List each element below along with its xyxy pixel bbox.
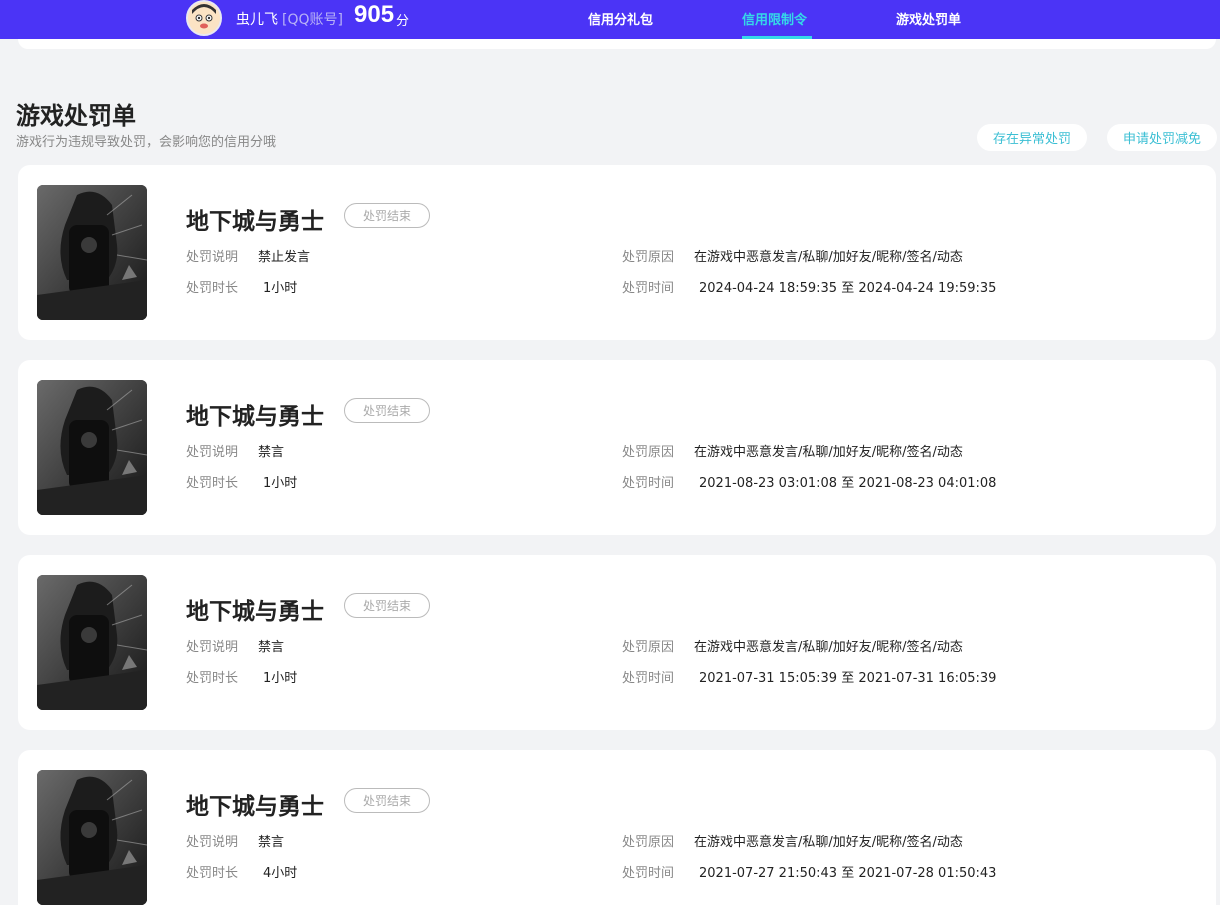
game-title: 地下城与勇士 bbox=[186, 794, 324, 820]
penalty-duration-label: 处罚时长 bbox=[186, 671, 239, 686]
tab-credit-restriction[interactable]: 信用限制令 bbox=[742, 9, 807, 28]
penalty-duration-label: 处罚时长 bbox=[186, 476, 239, 491]
penalty-start-time: 2021-07-27 21:50:43 bbox=[699, 866, 838, 881]
tab-game-penalty[interactable]: 游戏处罚单 bbox=[896, 9, 961, 28]
penalty-reason-value: 在游戏中恶意发言/私聊/加好友/昵称/签名/动态 bbox=[694, 835, 963, 850]
penalty-card: 地下城与勇士 处罚结束 处罚说明 禁止发言 处罚时长 1小时 处罚原因 在游戏中… bbox=[18, 165, 1216, 340]
penalty-start-time: 2024-04-24 18:59:35 bbox=[699, 281, 838, 296]
penalty-desc-label: 处罚说明 bbox=[186, 835, 239, 850]
penalty-time-separator: 至 bbox=[841, 281, 855, 296]
penalty-end-time: 2021-07-31 16:05:39 bbox=[858, 671, 997, 686]
penalty-duration-value: 1小时 bbox=[263, 476, 298, 491]
penalty-reason-label: 处罚原因 bbox=[622, 835, 675, 850]
top-bar: 虫儿飞 [QQ账号] 905 分 信用分礼包 信用限制令 游戏处罚单 bbox=[0, 0, 1220, 39]
credit-score: 905 bbox=[354, 1, 395, 28]
penalty-end-time: 2021-08-23 04:01:08 bbox=[858, 476, 997, 491]
account-type: [QQ账号] bbox=[282, 12, 343, 28]
penalty-reason-label: 处罚原因 bbox=[622, 445, 675, 460]
penalty-duration-value: 1小时 bbox=[263, 281, 298, 296]
penalty-reason-value: 在游戏中恶意发言/私聊/加好友/昵称/签名/动态 bbox=[694, 640, 963, 655]
penalty-card: 地下城与勇士 处罚结束 处罚说明 禁言 处罚时长 1小时 处罚原因 在游戏中恶意… bbox=[18, 360, 1216, 535]
section-subtitle: 游戏行为违规导致处罚，会影响您的信用分哦 bbox=[16, 135, 277, 150]
penalty-desc-label: 处罚说明 bbox=[186, 640, 239, 655]
penalty-start-time: 2021-07-31 15:05:39 bbox=[699, 671, 838, 686]
penalty-time-value: 2024-04-24 18:59:35 至 2024-04-24 19:59:3… bbox=[699, 277, 996, 296]
penalty-time-label: 处罚时间 bbox=[622, 671, 675, 686]
penalty-reason-value: 在游戏中恶意发言/私聊/加好友/昵称/签名/动态 bbox=[694, 250, 963, 265]
penalty-duration-label: 处罚时长 bbox=[186, 866, 239, 881]
user-avatar[interactable] bbox=[186, 0, 222, 36]
penalty-time-separator: 至 bbox=[841, 476, 855, 491]
penalty-card: 地下城与勇士 处罚结束 处罚说明 禁言 处罚时长 4小时 处罚原因 在游戏中恶意… bbox=[18, 750, 1216, 905]
tab-credit-gift[interactable]: 信用分礼包 bbox=[588, 9, 653, 28]
user-name: 虫儿飞 bbox=[236, 12, 278, 28]
penalty-duration-label: 处罚时长 bbox=[186, 281, 239, 296]
penalty-time-label: 处罚时间 bbox=[622, 281, 675, 296]
penalty-time-value: 2021-07-31 15:05:39 至 2021-07-31 16:05:3… bbox=[699, 667, 996, 686]
apply-penalty-reduction-button[interactable]: 申请处罚减免 bbox=[1107, 124, 1217, 151]
penalty-desc-label: 处罚说明 bbox=[186, 250, 239, 265]
game-cover-art-icon bbox=[37, 575, 147, 710]
avatar-face-icon bbox=[188, 2, 220, 34]
game-title: 地下城与勇士 bbox=[186, 599, 324, 625]
penalty-desc-value: 禁言 bbox=[258, 835, 285, 850]
game-cover-art-icon bbox=[37, 185, 147, 320]
penalty-card: 地下城与勇士 处罚结束 处罚说明 禁言 处罚时长 1小时 处罚原因 在游戏中恶意… bbox=[18, 555, 1216, 730]
penalty-reason-label: 处罚原因 bbox=[622, 250, 675, 265]
penalty-time-value: 2021-07-27 21:50:43 至 2021-07-28 01:50:4… bbox=[699, 862, 996, 881]
credit-score-unit: 分 bbox=[396, 14, 410, 29]
section-title: 游戏处罚单 bbox=[16, 102, 136, 130]
penalty-time-value: 2021-08-23 03:01:08 至 2021-08-23 04:01:0… bbox=[699, 472, 996, 491]
penalty-start-time: 2021-08-23 03:01:08 bbox=[699, 476, 838, 491]
previous-card bbox=[18, 39, 1216, 49]
penalty-duration-value: 4小时 bbox=[263, 866, 298, 881]
game-cover-image bbox=[37, 770, 147, 905]
status-badge: 处罚结束 bbox=[344, 593, 430, 618]
penalty-time-separator: 至 bbox=[841, 866, 855, 881]
status-badge: 处罚结束 bbox=[344, 203, 430, 228]
penalty-desc-value: 禁止发言 bbox=[258, 250, 311, 265]
report-abnormal-penalty-button[interactable]: 存在异常处罚 bbox=[977, 124, 1087, 151]
status-badge: 处罚结束 bbox=[344, 398, 430, 423]
penalty-desc-value: 禁言 bbox=[258, 445, 285, 460]
penalty-time-separator: 至 bbox=[841, 671, 855, 686]
game-cover-image bbox=[37, 380, 147, 515]
penalty-reason-value: 在游戏中恶意发言/私聊/加好友/昵称/签名/动态 bbox=[694, 445, 963, 460]
game-title: 地下城与勇士 bbox=[186, 209, 324, 235]
penalty-time-label: 处罚时间 bbox=[622, 866, 675, 881]
game-cover-art-icon bbox=[37, 770, 147, 905]
penalty-time-label: 处罚时间 bbox=[622, 476, 675, 491]
penalty-reason-label: 处罚原因 bbox=[622, 640, 675, 655]
game-title: 地下城与勇士 bbox=[186, 404, 324, 430]
penalty-end-time: 2021-07-28 01:50:43 bbox=[858, 866, 997, 881]
penalty-duration-value: 1小时 bbox=[263, 671, 298, 686]
penalty-desc-label: 处罚说明 bbox=[186, 445, 239, 460]
penalty-end-time: 2024-04-24 19:59:35 bbox=[858, 281, 997, 296]
game-cover-image bbox=[37, 575, 147, 710]
status-badge: 处罚结束 bbox=[344, 788, 430, 813]
game-cover-image bbox=[37, 185, 147, 320]
game-cover-art-icon bbox=[37, 380, 147, 515]
penalty-desc-value: 禁言 bbox=[258, 640, 285, 655]
